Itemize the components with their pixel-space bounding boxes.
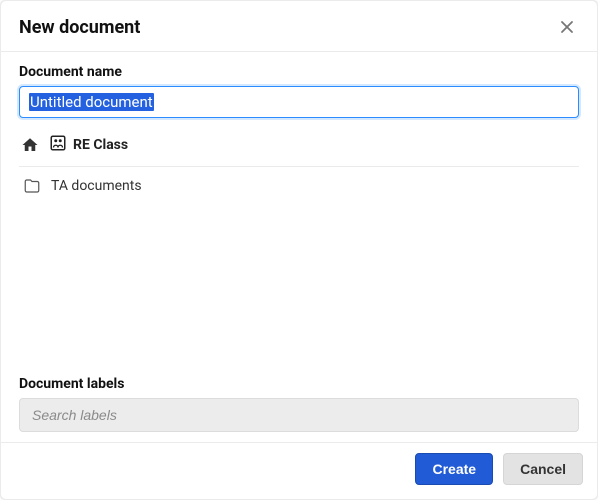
document-name-label: Document name [19,64,579,80]
close-button[interactable] [555,15,579,39]
dialog-footer: Create Cancel [1,442,597,499]
document-name-field-wrap: Untitled document [19,86,579,118]
new-document-dialog: New document Document name Untitled docu… [0,0,598,500]
labels-section: Document labels [1,376,597,442]
create-button[interactable]: Create [415,453,493,485]
dialog-header: New document [1,1,597,52]
dialog-body: Document name Untitled document RE Class… [1,52,597,376]
document-labels-label: Document labels [19,376,579,392]
document-name-input[interactable] [19,86,579,118]
class-icon [49,134,67,156]
list-item-name: TA documents [51,178,142,194]
breadcrumb: RE Class [19,130,579,167]
list-item[interactable]: TA documents [19,167,579,205]
labels-search-input[interactable] [19,398,579,432]
folder-icon [23,177,41,195]
breadcrumb-location[interactable]: RE Class [49,134,128,156]
dialog-title: New document [19,17,140,38]
cancel-button[interactable]: Cancel [503,453,583,485]
home-icon[interactable] [21,136,39,154]
file-list: TA documents [19,167,579,376]
breadcrumb-location-name: RE Class [73,137,128,153]
close-icon [559,23,575,38]
